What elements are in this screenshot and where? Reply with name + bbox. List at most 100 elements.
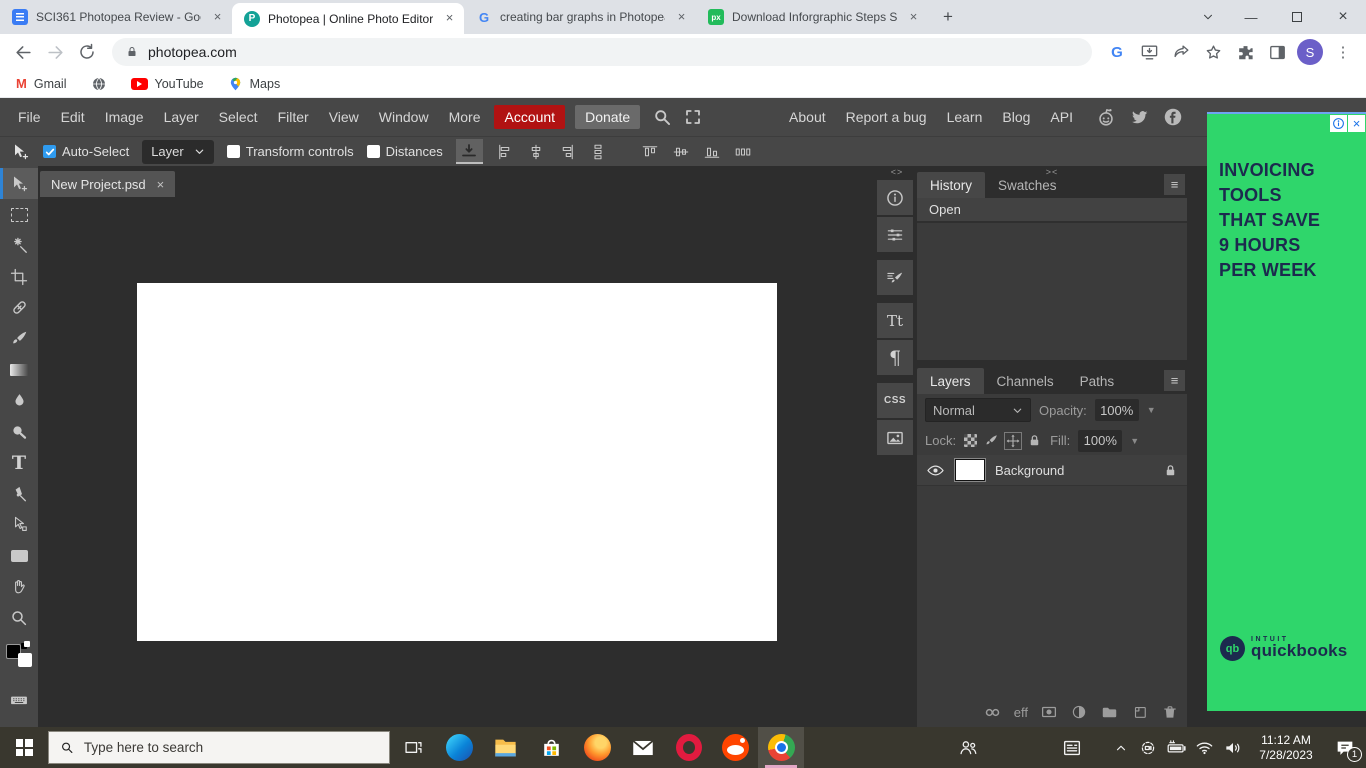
taskbar-firefox[interactable] [574,727,620,768]
share-icon[interactable] [1166,37,1196,67]
reload-button[interactable] [72,37,102,67]
healing-tool[interactable] [0,292,38,323]
taskbar-edge[interactable] [436,727,482,768]
maximize-button[interactable] [1274,0,1320,34]
tab-search-chevron-icon[interactable] [1188,0,1228,34]
menu-select[interactable]: Select [209,105,268,129]
people-button[interactable] [946,727,990,768]
tray-expand-button[interactable] [1108,727,1134,768]
start-button[interactable] [0,727,48,768]
tab-layers[interactable]: Layers [917,368,984,394]
layer-lock-icon[interactable] [1163,463,1178,478]
collapse-strip-icon[interactable]: <> [877,166,917,178]
image-panel-button[interactable] [877,420,913,455]
document-canvas[interactable] [137,283,777,641]
account-button[interactable]: Account [494,105,565,129]
new-layer-icon[interactable] [1131,703,1149,721]
align-left-button[interactable] [496,143,514,161]
close-icon[interactable]: × [905,9,922,26]
auto-select-checkbox[interactable] [43,145,56,158]
menu-more[interactable]: More [439,105,491,129]
opacity-input[interactable]: 100% [1095,399,1139,421]
side-panel-icon[interactable] [1262,37,1292,67]
action-center-button[interactable]: 1 [1324,727,1366,768]
brush-tool[interactable] [0,323,38,354]
distribute-horizontal-button[interactable] [734,143,752,161]
taskbar-chrome[interactable] [758,727,804,768]
fill-input[interactable]: 100% [1078,430,1122,452]
lock-position-icon[interactable] [1006,434,1020,448]
new-group-folder-icon[interactable] [1100,703,1119,722]
menu-edit[interactable]: Edit [51,105,95,129]
add-mask-icon[interactable] [1040,703,1058,721]
close-icon[interactable]: × [209,9,226,26]
paragraph-panel-button[interactable]: ¶ [877,340,913,375]
tab-swatches[interactable]: Swatches [985,172,1070,198]
pen-tool[interactable] [0,478,38,509]
lock-paint-icon[interactable] [984,433,999,448]
marquee-select-tool[interactable] [0,199,38,230]
document-tab[interactable]: New Project.psd × [40,171,175,197]
lock-all-icon[interactable] [1027,433,1042,448]
address-bar[interactable]: photopea.com [112,38,1092,66]
taskbar-search[interactable] [48,731,390,764]
align-bottom-button[interactable] [703,143,721,161]
zoom-tool[interactable] [0,602,38,633]
ad-info-icon[interactable] [1330,115,1347,132]
fullscreen-icon[interactable] [684,108,702,126]
opacity-slider-icon[interactable]: ▼ [1147,405,1156,415]
panel-menu-icon[interactable]: ≡ [1164,370,1185,391]
gradient-tool[interactable] [0,354,38,385]
clock[interactable]: 11:12 AM 7/28/2023 [1248,733,1324,763]
fill-slider-icon[interactable]: ▼ [1130,436,1139,446]
search-icon[interactable] [652,107,672,127]
news-widget-button[interactable] [1050,727,1094,768]
align-top-button[interactable] [641,143,659,161]
tab-paths[interactable]: Paths [1067,368,1128,394]
bookmark-maps[interactable]: Maps [228,76,281,92]
background-color[interactable] [18,653,32,667]
meet-now-button[interactable] [1134,727,1162,768]
link-api[interactable]: API [1040,105,1083,129]
keyboard-shortcuts-button[interactable] [0,684,38,715]
tool-settings-panel-button[interactable] [877,260,913,295]
hand-tool[interactable] [0,571,38,602]
dodge-tool[interactable] [0,416,38,447]
taskbar-mail[interactable] [620,727,666,768]
layer-row-background[interactable]: Background [917,455,1187,486]
magic-wand-tool[interactable] [0,230,38,261]
layer-effects-button[interactable]: eff [1014,705,1028,720]
taskbar-search-input[interactable] [84,740,378,755]
menu-window[interactable]: Window [369,105,439,129]
close-window-button[interactable]: × [1320,0,1366,34]
link-report-a-bug[interactable]: Report a bug [836,105,937,129]
link-about[interactable]: About [779,105,836,129]
type-tool[interactable]: T [0,447,38,478]
volume-status[interactable] [1218,727,1248,768]
history-entry-open[interactable]: Open [917,198,1187,223]
auto-select-target-dropdown[interactable]: Layer [142,140,214,164]
extensions-puzzle-icon[interactable] [1230,37,1260,67]
google-account-icon[interactable]: G [1102,37,1132,67]
battery-status[interactable] [1162,727,1190,768]
crop-tool[interactable] [0,261,38,292]
download-button[interactable] [456,139,483,164]
browser-tab-search[interactable]: G creating bar graphs in Photopea × [464,0,696,34]
tab-history[interactable]: History [917,172,985,198]
distribute-vertical-button[interactable] [589,143,607,161]
link-blog[interactable]: Blog [992,105,1040,129]
link-layers-icon[interactable] [983,703,1002,722]
align-right-button[interactable] [558,143,576,161]
menu-file[interactable]: File [8,105,51,129]
task-view-button[interactable] [390,727,436,768]
rectangle-shape-tool[interactable] [0,540,38,571]
browser-menu-icon[interactable]: ⋮ [1328,37,1358,67]
info-panel-button[interactable] [877,180,913,215]
menu-view[interactable]: View [319,105,369,129]
forward-button[interactable] [40,37,70,67]
tab-channels[interactable]: Channels [984,368,1067,394]
blend-mode-dropdown[interactable]: Normal [925,398,1031,422]
bookmark-star-icon[interactable] [1198,37,1228,67]
donate-button[interactable]: Donate [575,105,640,129]
reddit-icon[interactable] [1095,106,1117,128]
